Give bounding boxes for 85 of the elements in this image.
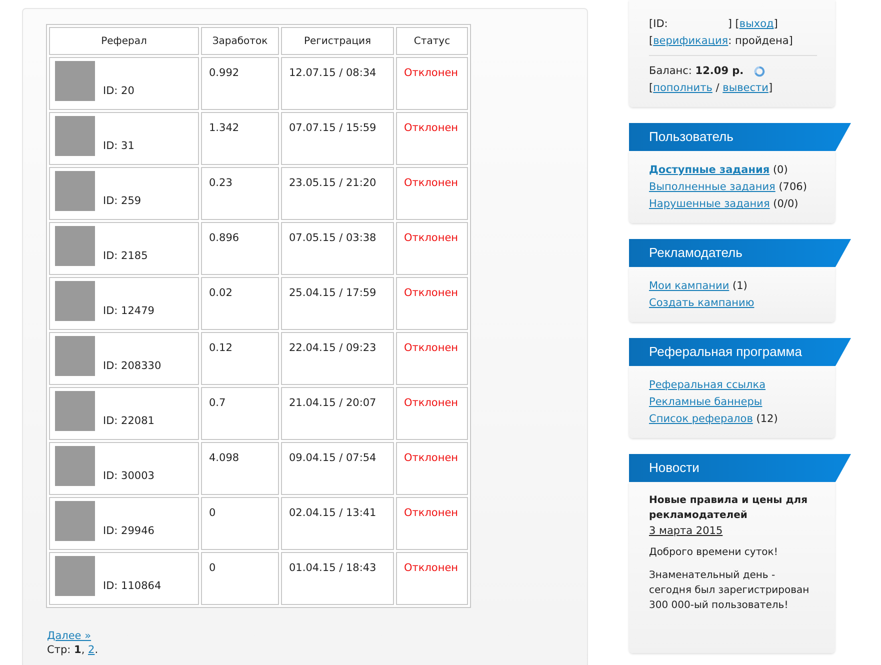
account-link[interactable]: пополнить [653, 80, 712, 97]
table-cell: 21.04.15 / 20:07 [281, 387, 394, 440]
separator-text: . [94, 644, 98, 656]
page-link[interactable]: 2 [88, 644, 95, 656]
news-headline: Новые правила и цены для рекламодателей [649, 494, 809, 523]
bracket-text: ] [774, 17, 778, 32]
table-cell: 22.04.15 / 09:23 [281, 332, 394, 385]
balance-text: Баланс: 12.09 р. [649, 64, 744, 79]
news-text: Знаменательный день - сегодня был зарегистрирован 300 000-ый пользователь! [649, 569, 810, 613]
referral-id: ID: 22081 [103, 415, 154, 429]
referral-id: ID: 20 [103, 85, 134, 99]
referral-id: ID: 31 [103, 140, 134, 154]
item-count: (0/0) [772, 198, 798, 210]
table-cell: Отклонен [396, 442, 468, 495]
account-link[interactable]: вывести [722, 80, 768, 97]
menu-link[interactable]: Мои кампании [649, 280, 730, 292]
section-header: Рекламодатель [629, 239, 851, 267]
menu-link[interactable]: Нарушенные задания [649, 198, 770, 210]
column-header: Статус [396, 27, 468, 55]
table-cell: Отклонен [396, 112, 468, 165]
table-cell: 0.23 [201, 167, 279, 220]
menu-link[interactable]: Рекламные баннеры [649, 396, 762, 408]
next-link[interactable]: Далее » [47, 630, 92, 642]
table-cell: Отклонен [396, 167, 468, 220]
page-link[interactable]: 1 [74, 644, 82, 656]
table-cell: 07.05.15 / 03:38 [281, 222, 394, 275]
referral-id: ID: 12479 [103, 305, 154, 319]
menu-link[interactable]: Список рефералов [649, 413, 753, 425]
table-cell: 12.07.15 / 08:34 [281, 57, 394, 110]
table-cell: 23.05.15 / 21:20 [281, 167, 394, 220]
table-cell: Отклонен [396, 497, 468, 550]
bracket-text: [ [649, 34, 654, 49]
table-cell: 0.7 [201, 387, 279, 440]
separator-text: , [81, 644, 86, 656]
section-header: Реферальная программа [629, 338, 851, 366]
item-count: (706) [778, 181, 807, 193]
account-link[interactable]: верификация [653, 33, 728, 50]
menu-link[interactable]: Доступные задания [649, 164, 770, 176]
table-cell: Отклонен [396, 387, 468, 440]
menu-link[interactable]: Выполненные задания [649, 181, 776, 193]
table-cell: Отклонен [396, 57, 468, 110]
table-cell: Отклонен [396, 332, 468, 385]
bracket-text: [ [734, 17, 740, 32]
table-cell: 0.02 [201, 277, 279, 330]
table-cell: 01.04.15 / 18:43 [281, 552, 394, 605]
news-date[interactable]: 3 марта 2015 [649, 523, 723, 539]
bracket-text: ] [728, 17, 732, 32]
table-cell: 0 [201, 497, 279, 550]
item-count: (12) [755, 413, 778, 425]
column-header: Заработок [201, 27, 279, 55]
referral-id: ID: 2185 [103, 250, 148, 264]
column-header: Реферал [49, 27, 199, 55]
referral-id: ID: 29946 [103, 525, 154, 539]
table-cell: 09.04.15 / 07:54 [281, 442, 394, 495]
table-cell: 1.342 [201, 112, 279, 165]
item-count: (0) [772, 164, 788, 176]
menu-link[interactable]: Реферальная ссылка [649, 379, 766, 391]
table-cell: 07.07.15 / 15:59 [281, 112, 394, 165]
table-cell: 0.896 [201, 222, 279, 275]
account-link[interactable]: выход [739, 16, 774, 33]
bracket-text: [ [649, 81, 654, 96]
news-text: Доброго времени суток! [649, 546, 779, 560]
table-cell: 0 [201, 552, 279, 605]
table-cell: 0.12 [201, 332, 279, 385]
table-cell: 4.098 [201, 442, 279, 495]
bracket-text: [ID: [649, 17, 668, 32]
table-cell: Отклонен [396, 222, 468, 275]
bracket-text: / [714, 81, 720, 96]
referral-id: ID: 259 [103, 195, 142, 209]
table-cell: Отклонен [396, 277, 468, 330]
section-header: Новости [629, 454, 851, 482]
referral-id: ID: 110864 [103, 580, 162, 594]
referral-id: ID: 30003 [103, 470, 154, 484]
column-header: Регистрация [281, 27, 394, 55]
table-cell: 25.04.15 / 17:59 [281, 277, 394, 330]
bracket-text: ] [768, 81, 773, 96]
section-header: Пользователь [629, 123, 851, 151]
menu-link[interactable]: Создать кампанию [649, 297, 754, 309]
table-cell: 0.992 [201, 57, 279, 110]
pages-label: Стр: [47, 644, 72, 656]
item-count: (1) [732, 280, 748, 292]
referral-id: ID: 208330 [103, 360, 162, 374]
table-cell: Отклонен [396, 552, 468, 605]
bracket-text: : пройдена] [728, 34, 793, 49]
table-cell: 02.04.15 / 13:41 [281, 497, 394, 550]
